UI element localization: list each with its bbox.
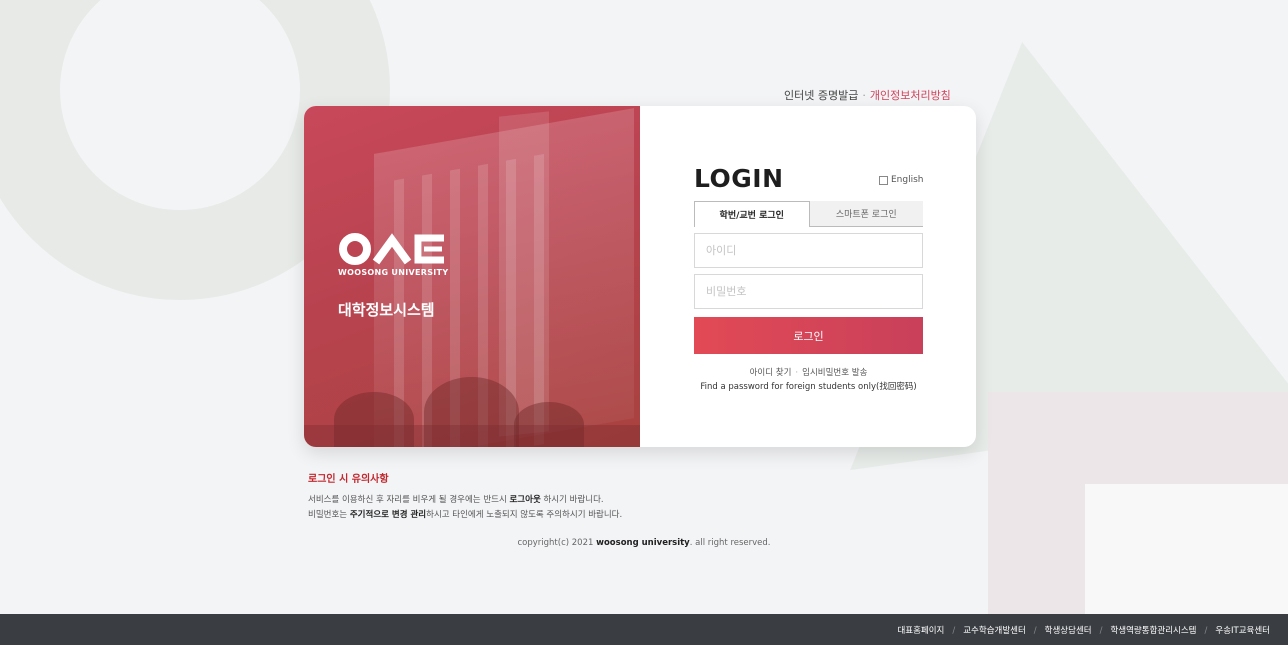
top-links-separator: · [862,89,866,102]
login-title: LOGIN [694,164,784,193]
copyright-text: copyright(c) 2021 [517,538,597,548]
password-input[interactable] [695,275,922,308]
university-logo-icon [339,233,444,265]
notice-line-2: 비밀번호는 주기적으로 변경 관리하시고 타인에게 노출되지 않도록 주의하시기… [308,508,622,520]
footer-separator: / [1204,626,1208,636]
branding-panel: WOOSONG UNIVERSITY 대학정보시스템 [304,106,640,447]
background-square-inner-shape [1085,484,1288,622]
login-button[interactable]: 로그인 [694,317,923,354]
english-toggle[interactable]: English [879,175,924,185]
id-field-wrapper [694,233,923,268]
notice-title: 로그인 시 유의사항 [308,474,389,485]
university-name: WOOSONG UNIVERSITY [338,268,449,277]
copyright: copyright(c) 2021 woosong university. al… [308,538,980,548]
notice-line-1-bold: 로그아웃 [509,495,541,505]
notice-line-2-end: 하시고 타인에게 노출되지 않도록 주의하시기 바랍니다. [426,510,623,520]
footer-link-homepage[interactable]: 대표홈페이지 [897,626,944,636]
find-id-link[interactable]: 아이디 찾기 [750,368,792,378]
english-label: English [891,175,924,185]
footer-separator: / [952,626,956,636]
login-form-panel: LOGIN English 학번/교번 로그인 스마트폰 로그인 로그인 아이디… [640,106,976,447]
notice-line-1-text: 서비스를 이용하신 후 자리를 비우게 될 경우에는 반드시 [308,495,510,505]
notice-line-2-bold: 주기적으로 변경 관리 [349,510,427,520]
password-field-wrapper [694,274,923,309]
footer-link-competency-system[interactable]: 학생역량통합관리시스템 [1110,626,1196,636]
login-tabs: 학번/교번 로그인 스마트폰 로그인 [694,201,923,227]
privacy-policy-link[interactable]: 개인정보처리방침 [870,89,951,102]
english-checkbox[interactable] [879,175,888,185]
id-input[interactable] [695,234,922,267]
find-links: 아이디 찾기 · 임시비밀번호 발송 [694,366,923,378]
find-links-separator: · [795,368,799,378]
footer-link-teaching-center[interactable]: 교수학습개발센터 [963,626,1026,636]
notice-line-2-text: 비밀번호는 [308,510,350,520]
tab-smartphone-login[interactable]: 스마트폰 로그인 [809,201,923,227]
system-name: 대학정보시스템 [338,301,435,319]
notice-line-1: 서비스를 이용하신 후 자리를 비우게 될 경우에는 반드시 로그아웃 하시기 … [308,493,604,505]
top-links: 인터넷 증명발급 · 개인정보처리방침 [784,87,951,103]
footer-separator: / [1099,626,1103,636]
foreign-password-link[interactable]: Find a password for foreign students onl… [694,380,923,392]
footer-separator: / [1033,626,1037,636]
footer-bar: 대표홈페이지 / 교수학습개발센터 / 학생상담센터 / 학생역량통합관리시스템 / 우송IT교… [0,614,1288,645]
footer-link-counseling-center[interactable]: 학생상담센터 [1045,626,1092,636]
copyright-end: . all right reserved. [689,538,771,548]
trees-illustration [304,377,640,447]
login-page: 인터넷 증명발급 · 개인정보처리방침 WOOSONG UNIVERSITY 대… [0,0,1288,645]
footer-links: 대표홈페이지 / 교수학습개발센터 / 학생상담센터 / 학생역량통합관리시스템 / 우송IT교… [897,624,1270,636]
footer-link-it-education-center[interactable]: 우송IT교육센터 [1215,626,1270,636]
copyright-bold: woosong university [596,538,690,548]
certificate-link[interactable]: 인터넷 증명발급 [784,89,858,102]
login-card: WOOSONG UNIVERSITY 대학정보시스템 LOGIN English… [304,106,976,447]
notice-line-1-end: 하시기 바랍니다. [540,495,604,505]
ground-shape [304,425,640,447]
tab-id-login[interactable]: 학번/교번 로그인 [694,201,810,227]
temp-password-link[interactable]: 임시비밀번호 발송 [802,368,867,378]
